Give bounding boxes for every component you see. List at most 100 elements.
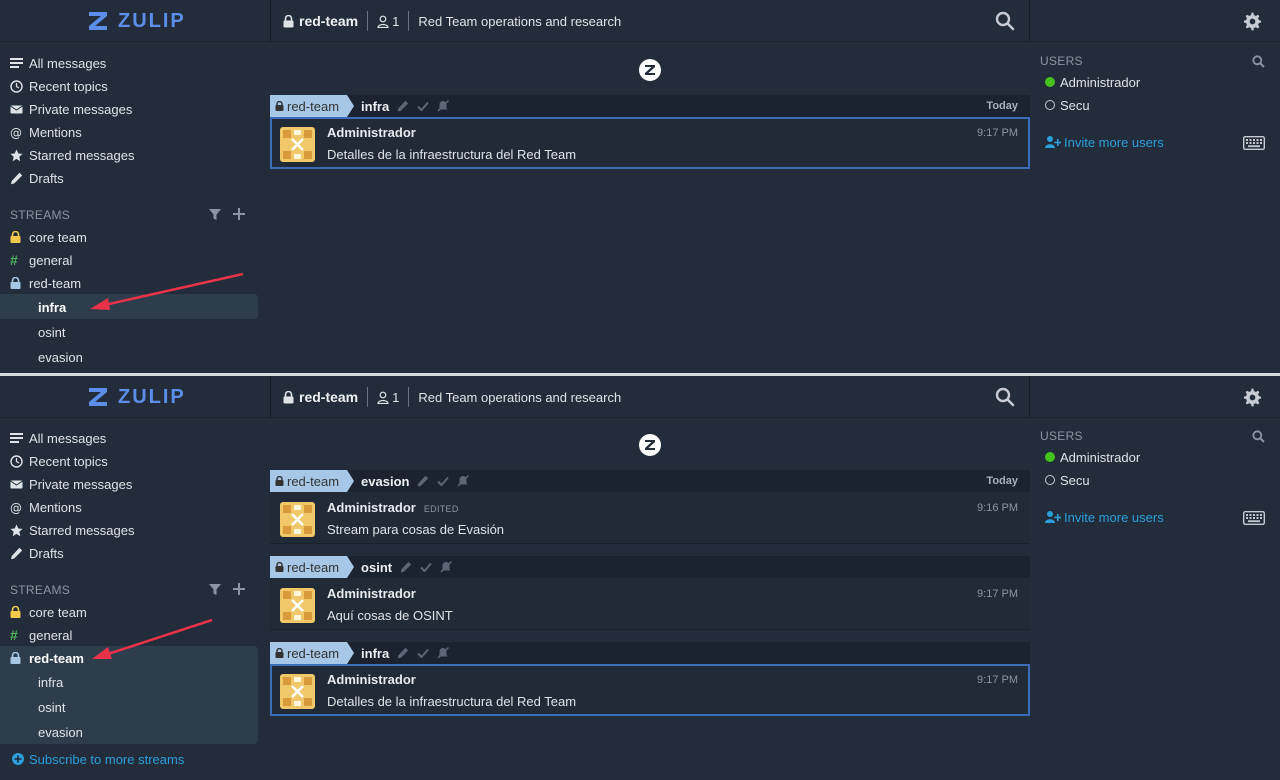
recipient-topic[interactable]: osint xyxy=(361,560,392,575)
stream-core-team[interactable]: core team xyxy=(10,227,87,247)
nav-private-messages[interactable]: Private messages xyxy=(10,474,132,494)
nav-all-messages[interactable]: All messages xyxy=(10,53,106,73)
topic-infra[interactable]: infra xyxy=(38,672,63,692)
zulip-narrow-icon xyxy=(639,59,661,81)
filter-icon[interactable] xyxy=(209,584,221,596)
add-stream-icon[interactable] xyxy=(233,208,245,220)
nav-recent-topics[interactable]: Recent topics xyxy=(10,76,108,96)
add-stream-icon[interactable] xyxy=(233,583,245,595)
message-row[interactable]: Administrador 9:17 PM Detalles de la inf… xyxy=(270,664,1030,716)
message-row[interactable]: Administrador 9:17 PM Detalles de la inf… xyxy=(270,117,1030,169)
nav-starred-messages[interactable]: Starred messages xyxy=(10,145,135,165)
message-row[interactable]: Administrador EDITED 9:16 PM Stream para … xyxy=(270,492,1030,544)
recipient-stream-label[interactable]: red-team xyxy=(270,470,355,492)
zulip-logo[interactable]: ZULIP xyxy=(86,384,186,410)
sender-name-text: Administrador xyxy=(327,500,416,515)
invite-users-link[interactable]: Invite more users xyxy=(1045,508,1164,526)
user-administrador[interactable]: Administrador xyxy=(1045,73,1140,91)
message-time[interactable]: 9:17 PM xyxy=(977,674,1018,686)
clock-icon xyxy=(10,79,23,93)
mute-icon[interactable] xyxy=(440,561,453,573)
avatar[interactable] xyxy=(280,588,315,623)
sender-name[interactable]: Administrador xyxy=(327,672,416,687)
user-search-icon[interactable] xyxy=(1252,55,1265,68)
checkmark-icon[interactable] xyxy=(417,647,429,659)
narrow-header: red-team 1 Red Team operations and resea… xyxy=(270,0,1030,42)
recipient-stream-label[interactable]: red-team xyxy=(270,642,355,664)
nav-all-messages[interactable]: All messages xyxy=(10,428,106,448)
recipient-topic[interactable]: evasion xyxy=(361,474,409,489)
recipient-topic[interactable]: infra xyxy=(361,646,389,661)
user-secu[interactable]: Secu xyxy=(1045,471,1090,489)
keyboard-icon[interactable] xyxy=(1243,511,1265,525)
zulip-logo[interactable]: ZULIP xyxy=(86,8,186,34)
user-administrador[interactable]: Administrador xyxy=(1045,448,1140,466)
sender-name[interactable]: Administrador xyxy=(327,125,416,140)
message-time[interactable]: 9:17 PM xyxy=(977,588,1018,600)
invite-users-link[interactable]: Invite more users xyxy=(1045,133,1164,151)
nav-recent-topics[interactable]: Recent topics xyxy=(10,451,108,471)
subscribe-more-streams-link[interactable]: Subscribe to more streams xyxy=(12,749,184,769)
nav-drafts[interactable]: Drafts xyxy=(10,543,64,563)
user-secu[interactable]: Secu xyxy=(1045,96,1090,114)
nav-mentions[interactable]: @ Mentions xyxy=(10,122,82,142)
nav-mentions[interactable]: @ Mentions xyxy=(10,497,82,517)
gear-icon[interactable] xyxy=(1243,12,1262,31)
stream-red-team[interactable]: red-team xyxy=(10,648,84,668)
identicon-avatar xyxy=(280,588,315,623)
search-icon[interactable] xyxy=(995,11,1015,31)
topic-evasion[interactable]: evasion xyxy=(38,347,83,367)
search-icon[interactable] xyxy=(995,387,1015,407)
nav-drafts[interactable]: Drafts xyxy=(10,168,64,188)
edit-topic-icon[interactable] xyxy=(417,475,429,487)
all-messages-icon xyxy=(10,432,23,443)
subscriber-count[interactable]: 1 xyxy=(377,390,399,405)
lock-icon xyxy=(10,277,21,289)
user-search-icon[interactable] xyxy=(1252,430,1265,443)
gear-icon[interactable] xyxy=(1243,388,1262,407)
recipient-actions xyxy=(397,647,450,659)
header-divider xyxy=(408,11,410,31)
message-time[interactable]: 9:16 PM xyxy=(977,502,1018,514)
nav-label: All messages xyxy=(29,430,107,446)
user-name: Secu xyxy=(1060,97,1090,113)
users-header: USERS xyxy=(1040,54,1083,68)
sender-name[interactable]: Administrador EDITED xyxy=(327,500,459,515)
all-messages-icon xyxy=(10,57,23,68)
subscriber-count[interactable]: 1 xyxy=(377,14,399,29)
checkmark-icon[interactable] xyxy=(417,100,429,112)
stream-general[interactable]: # general xyxy=(10,250,72,270)
stream-red-team[interactable]: red-team xyxy=(10,273,81,293)
topic-infra[interactable]: infra xyxy=(38,297,66,317)
avatar[interactable] xyxy=(280,127,315,162)
nav-private-messages[interactable]: Private messages xyxy=(10,99,132,119)
recipient-stream-label[interactable]: red-team xyxy=(270,556,355,578)
mute-icon[interactable] xyxy=(457,475,470,487)
edit-topic-icon[interactable] xyxy=(400,561,412,573)
stream-core-team[interactable]: core team xyxy=(10,602,87,622)
checkmark-icon[interactable] xyxy=(437,475,450,487)
message-row[interactable]: Administrador 9:17 PM Aquí cosas de OSIN… xyxy=(270,578,1030,630)
nav-starred-messages[interactable]: Starred messages xyxy=(10,520,135,540)
hash-icon: # xyxy=(10,627,18,643)
filter-icon[interactable] xyxy=(209,209,221,221)
mute-icon[interactable] xyxy=(437,100,450,112)
mute-icon[interactable] xyxy=(437,647,450,659)
keyboard-icon[interactable] xyxy=(1243,136,1265,150)
edit-topic-icon[interactable] xyxy=(397,647,409,659)
stream-general[interactable]: # general xyxy=(10,625,72,645)
header-stream[interactable]: red-team xyxy=(283,389,358,405)
message-time[interactable]: 9:17 PM xyxy=(977,127,1018,139)
topic-evasion[interactable]: evasion xyxy=(38,722,83,742)
checkmark-icon[interactable] xyxy=(420,561,432,573)
topic-osint[interactable]: osint xyxy=(38,697,65,717)
recipient-topic[interactable]: infra xyxy=(361,99,389,114)
edit-topic-icon[interactable] xyxy=(397,100,409,112)
avatar[interactable] xyxy=(280,502,315,537)
recipient-stream-label[interactable]: red-team xyxy=(270,95,355,117)
topic-osint[interactable]: osint xyxy=(38,322,65,342)
avatar[interactable] xyxy=(280,674,315,709)
sender-name[interactable]: Administrador xyxy=(327,586,416,601)
identicon-avatar xyxy=(280,127,315,162)
header-stream[interactable]: red-team xyxy=(283,13,358,29)
